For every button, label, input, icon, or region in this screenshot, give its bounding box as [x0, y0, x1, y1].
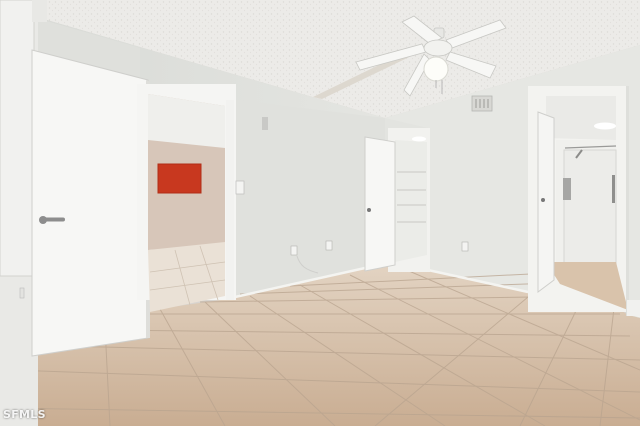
right-door[interactable]	[537, 111, 555, 293]
light-switch[interactable]	[235, 180, 245, 195]
center-door[interactable]	[364, 136, 396, 272]
closet-light	[412, 136, 426, 142]
air-vent	[471, 95, 493, 112]
door-knob-icon[interactable]	[367, 208, 371, 212]
red-artwork	[157, 163, 202, 194]
room-photo	[0, 0, 640, 426]
thermostat	[262, 117, 268, 130]
door-knob-icon[interactable]	[541, 198, 545, 202]
watermark: SFMLS	[3, 408, 46, 421]
shower	[563, 149, 617, 266]
left-doorway	[137, 84, 236, 312]
bathroom-light	[594, 122, 616, 130]
